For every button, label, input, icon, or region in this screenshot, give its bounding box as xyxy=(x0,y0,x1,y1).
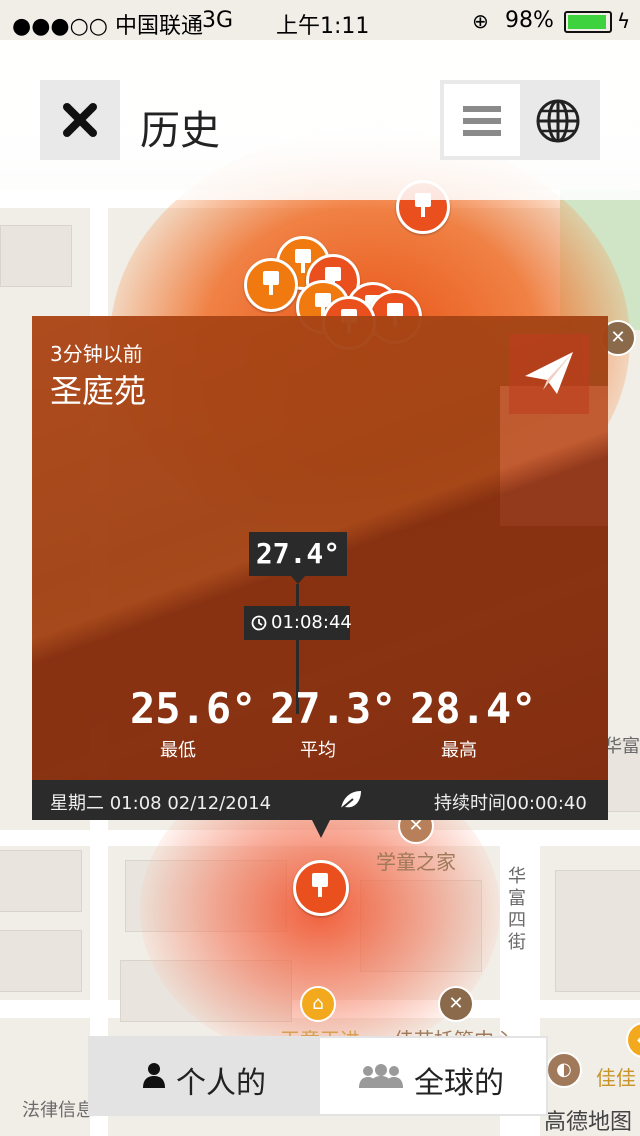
time-value: 01:08:44 xyxy=(271,612,352,633)
recorded-date: 星期二 01:08 02/12/2014 xyxy=(50,793,272,814)
globe-icon xyxy=(536,99,580,143)
battery-icon xyxy=(564,11,612,33)
map-pin-selected[interactable] xyxy=(293,860,349,916)
global-tab[interactable]: 全球的 xyxy=(320,1038,546,1114)
person-icon xyxy=(143,1063,165,1088)
network-type: 3G xyxy=(202,8,234,33)
map-label: 佳佳 xyxy=(596,1066,636,1090)
paper-plane-icon xyxy=(525,352,573,394)
place-name: 圣庭苑 xyxy=(50,372,147,410)
personal-label: 个人的 xyxy=(176,1066,266,1101)
carrier: ●●●○○ 中国联通 xyxy=(12,14,203,39)
charging-icon: ϟ xyxy=(617,9,631,33)
amap-logo: 高德地图 xyxy=(544,1110,633,1135)
map-pin[interactable] xyxy=(244,258,298,312)
time-ago: 3分钟以前 xyxy=(50,342,143,366)
list-icon xyxy=(463,106,501,136)
duration: 持续时间00:00:40 xyxy=(434,793,587,814)
status-bar: ●●●○○ 中国联通 3G 上午1:11 ⊕ 98% ϟ xyxy=(0,0,640,40)
close-button[interactable] xyxy=(40,80,120,160)
time-badge: 01:08:44 xyxy=(244,606,352,640)
avg-label: 平均 xyxy=(300,740,336,761)
max-temp: 28.4° xyxy=(410,684,537,733)
current-temperature: 27.4° xyxy=(249,532,347,576)
battery-percent: 98% xyxy=(505,8,554,33)
leaf-icon xyxy=(340,791,361,810)
avg-temp: 27.3° xyxy=(270,684,397,733)
poi-icon[interactable]: ◆ xyxy=(626,1022,640,1058)
orientation-lock-icon: ⊕ xyxy=(472,9,489,33)
nav-bar: 历史 xyxy=(0,40,640,200)
map-block xyxy=(0,930,82,992)
clock: 上午1:11 xyxy=(276,14,370,39)
street-label: 华富四街 xyxy=(508,866,526,953)
map-label: 华富 xyxy=(604,736,640,757)
school-poi-icon[interactable]: ✕ xyxy=(438,986,474,1022)
map-view-button[interactable] xyxy=(520,84,596,156)
map-label: 法律信息 xyxy=(22,1100,94,1121)
min-temp: 25.6° xyxy=(130,684,257,733)
poi-icon[interactable]: ◐ xyxy=(546,1052,582,1088)
max-label: 最高 xyxy=(441,740,477,761)
map-block xyxy=(555,870,640,992)
temperature-pointer xyxy=(291,576,305,584)
min-label: 最低 xyxy=(160,740,196,761)
map-block xyxy=(0,850,82,912)
global-label: 全球的 xyxy=(414,1066,504,1101)
clock-icon xyxy=(251,615,267,631)
poi-label-school: 学童之家 xyxy=(376,850,456,874)
close-icon xyxy=(63,103,97,137)
map-block xyxy=(0,225,72,287)
card-footer: 星期二 01:08 02/12/2014 持续时间00:00:40 xyxy=(32,780,608,820)
hanger-poi-icon[interactable]: ⌂ xyxy=(300,986,336,1022)
list-view-button[interactable] xyxy=(444,84,520,156)
measurement-card[interactable]: 3分钟以前 圣庭苑 27.4° 01:08:44 25.6° 最低 27.3° … xyxy=(32,316,608,820)
share-button[interactable] xyxy=(509,334,589,414)
card-pointer xyxy=(312,820,330,838)
group-icon xyxy=(359,1064,403,1088)
page-title: 历史 xyxy=(140,108,220,154)
personal-tab[interactable]: 个人的 xyxy=(90,1038,318,1114)
